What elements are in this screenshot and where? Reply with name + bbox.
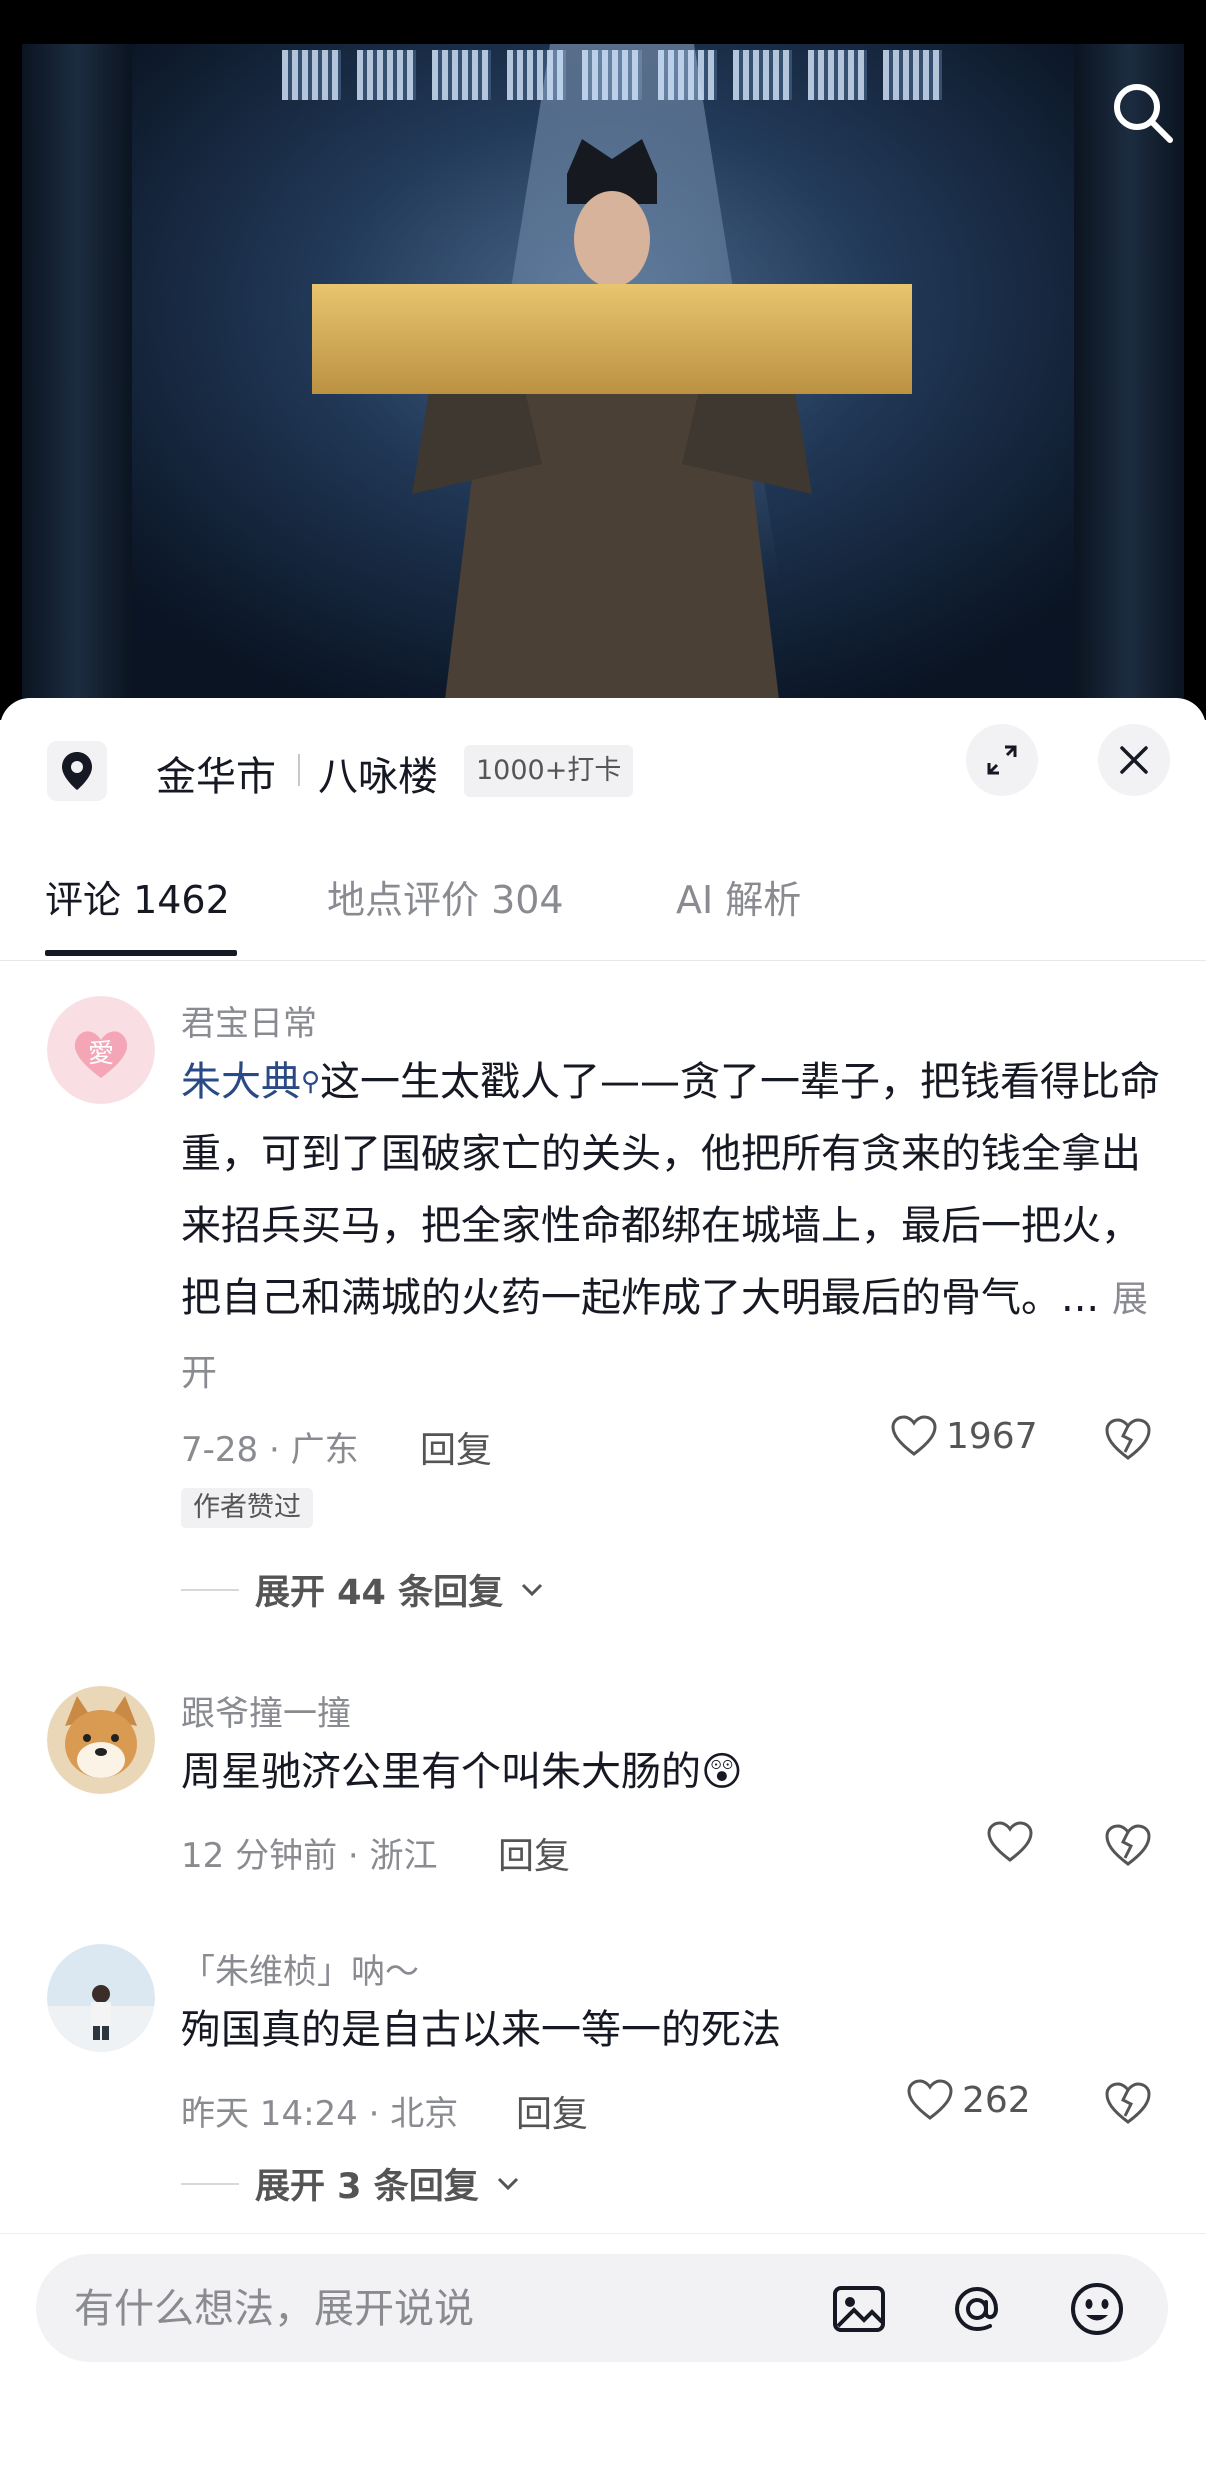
shocked-emoji-icon: 😲 (701, 1749, 743, 1795)
like-count: 262 (962, 2079, 1031, 2121)
like-button[interactable] (986, 1820, 1042, 1864)
tab-bar: 评论 1462 地点评价 304 AI 解析 (0, 868, 1206, 961)
official-holding-scroll (187, 134, 1037, 720)
comment-body: 这一生太戳人了——贪了一辈子，把钱看得比命重，可到了国破家亡的关头，他把所有贪来… (181, 1059, 1161, 1321)
comment-text: 殉国真的是自古以来一等一的死法 (181, 1994, 1161, 2066)
comment-text: 朱大典⚲这一生太戳人了——贪了一辈子，把钱看得比命重，可到了国破家亡的关头，他把… (181, 1046, 1161, 1410)
like-count: 1967 (946, 1415, 1038, 1457)
video-player[interactable] (0, 0, 1206, 720)
mention-link[interactable]: 朱大典 (181, 1059, 301, 1105)
svg-text:愛: 愛 (88, 1039, 114, 1069)
chevron-down-icon (522, 1583, 543, 1596)
expand-replies-button[interactable]: 展开 3 条回复 (181, 2158, 521, 2209)
broken-heart-icon (1105, 1418, 1151, 1460)
heart-icon (987, 1821, 1033, 1862)
expand-replies-label: 展开 3 条回复 (255, 2167, 479, 2207)
chevron-down-icon (497, 2177, 518, 2190)
at-icon[interactable] (948, 2280, 1006, 2338)
comment-input-container[interactable] (36, 2254, 1168, 2364)
location-city[interactable]: 金华市 (156, 744, 276, 802)
tab-ai-analysis[interactable]: AI 解析 (676, 868, 801, 960)
active-tab-indicator (45, 950, 237, 956)
broken-heart-icon (1105, 2082, 1151, 2124)
comment-input[interactable] (72, 2254, 836, 2364)
location-bar[interactable]: 金华市 八咏楼 1000+打卡 (0, 698, 1206, 838)
comment-body: 周星驰济公里有个叫朱大肠的 (181, 1749, 701, 1795)
location-place[interactable]: 八咏楼 (318, 744, 438, 802)
comments-panel: 金华市 八咏楼 1000+打卡 评论 1462 地点评价 304 AI 解析 愛… (0, 698, 1206, 2481)
location-divider (298, 754, 300, 786)
comment-meta: 7-28 · 广东 (181, 1430, 359, 1470)
avatar[interactable]: 愛 (47, 996, 155, 1104)
mention-search-icon: ⚲ (301, 1067, 321, 1097)
left-pillar (22, 44, 132, 720)
heart-icon (907, 2079, 953, 2120)
tab-place-reviews[interactable]: 地点评价 304 (327, 868, 564, 960)
like-button[interactable]: 1967 (890, 1414, 1038, 1458)
expand-replies-label: 展开 44 条回复 (255, 1573, 504, 1613)
like-button[interactable]: 262 (906, 2078, 1031, 2122)
comment-username[interactable]: 跟爷撞一撞 (181, 1686, 351, 1735)
checkin-badge: 1000+打卡 (464, 745, 634, 797)
dislike-button[interactable] (1104, 2080, 1152, 2126)
author-liked-badge: 作者赞过 (181, 1488, 313, 1528)
dislike-button[interactable] (1104, 1416, 1152, 1462)
shrink-button[interactable] (966, 724, 1038, 796)
dislike-button[interactable] (1104, 1822, 1152, 1868)
avatar[interactable] (47, 1686, 155, 1794)
image-icon[interactable] (830, 2280, 888, 2338)
comment-username[interactable]: 君宝日常 (181, 996, 317, 1045)
comment-username[interactable]: 「朱维桢」呐～ (181, 1944, 419, 1993)
video-frame (22, 44, 1184, 720)
broken-heart-icon (1105, 1824, 1151, 1866)
reply-button[interactable]: 回复 (498, 1827, 570, 1879)
heart-icon (891, 1415, 937, 1456)
comment-meta: 昨天 14:24 · 北京 (181, 2094, 459, 2134)
close-button[interactable] (1098, 724, 1170, 796)
shrink-icon (987, 745, 1017, 775)
comment-body: 殉国真的是自古以来一等一的死法 (181, 2007, 781, 2053)
comment-input-bar (0, 2233, 1206, 2482)
emoji-icon[interactable] (1068, 2280, 1126, 2338)
comment-text: 周星驰济公里有个叫朱大肠的😲 (181, 1736, 1161, 1808)
reply-button[interactable]: 回复 (516, 2085, 588, 2137)
expand-divider (181, 1588, 239, 1591)
comment-meta: 12 分钟前 · 浙江 (181, 1836, 438, 1876)
search-icon[interactable] (1108, 78, 1176, 146)
reply-button[interactable]: 回复 (420, 1421, 492, 1473)
close-icon (1120, 746, 1148, 774)
expand-divider (181, 2182, 239, 2185)
location-pin-icon (47, 741, 107, 801)
expand-replies-button[interactable]: 展开 44 条回复 (181, 1564, 545, 1615)
tab-comments[interactable]: 评论 1462 (45, 868, 230, 960)
avatar[interactable] (47, 1944, 155, 2052)
